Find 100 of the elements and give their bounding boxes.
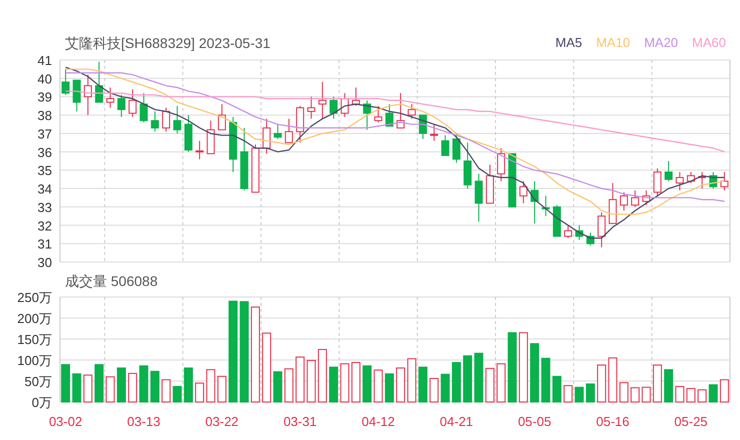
volume-bar (306, 360, 316, 402)
candlestick (140, 92, 148, 123)
legend-item[interactable]: MA10 (596, 33, 630, 53)
volume-title: 成交量 506088 (65, 272, 158, 290)
volume-bar (608, 357, 618, 402)
candlestick (240, 127, 248, 191)
candlestick (340, 92, 349, 118)
candlestick (396, 92, 405, 128)
candlestick (274, 124, 282, 140)
candlestick (106, 87, 114, 108)
candlestick (184, 114, 192, 152)
volume-bar (652, 364, 662, 402)
axis-label: 0万 (32, 395, 52, 410)
volume-bar (597, 364, 606, 402)
volume-bar (664, 369, 674, 402)
candlestick (486, 164, 494, 204)
candlestick (173, 105, 182, 134)
candlestick (653, 168, 662, 196)
axis-label: 250万 (17, 292, 52, 305)
candlestick (374, 105, 382, 123)
volume-bar (374, 370, 383, 402)
legend-item[interactable]: MA60 (692, 33, 726, 53)
candlestick (84, 74, 92, 116)
volume-bar (708, 384, 718, 402)
axis-label: 33 (38, 200, 52, 215)
candlestick (117, 94, 126, 118)
candlestick (62, 68, 70, 96)
candlestick (552, 204, 561, 237)
volume-bar (508, 332, 517, 402)
volume-bar (574, 386, 584, 402)
volume-bar (384, 373, 394, 402)
candlestick (262, 118, 271, 154)
candlestick (598, 212, 606, 248)
axis-label: 41 (38, 55, 52, 68)
candlestick (150, 110, 159, 132)
candlestick (586, 232, 594, 246)
candlestick (363, 100, 372, 130)
volume-bar (619, 382, 628, 402)
volume-bar (686, 388, 696, 402)
candlestick (441, 134, 450, 156)
legend-item[interactable]: MA20 (644, 33, 678, 53)
candlestick (720, 172, 728, 191)
volume-bar (564, 385, 573, 402)
volume-bar (452, 362, 461, 402)
axis-label: 100万 (17, 353, 52, 368)
axis-label: 05-16 (596, 414, 630, 429)
volume-bar (128, 372, 138, 402)
axis-label: 36 (38, 144, 52, 160)
axis-label: 05-25 (674, 414, 708, 429)
candlestick (664, 160, 673, 182)
axis-label: 05-05 (518, 414, 552, 429)
candlestick (620, 192, 628, 212)
volume-bar (440, 374, 450, 402)
candlestick (408, 104, 416, 120)
candlestick (642, 190, 650, 206)
volume-bar (329, 366, 338, 402)
volume-bar (720, 379, 729, 402)
volume-bar (150, 370, 160, 402)
volume-bar (172, 386, 182, 402)
volume-bar (284, 368, 294, 402)
candlestick (474, 173, 483, 222)
axis-label: 200万 (17, 311, 52, 326)
volume-bar (630, 387, 640, 402)
candlestick (698, 172, 706, 190)
volume-bar (407, 358, 416, 402)
candlestick (519, 180, 528, 204)
axis-label: 03-31 (283, 414, 317, 429)
candlestick (196, 140, 204, 160)
candlestick (218, 104, 226, 130)
volume-bar (675, 386, 684, 402)
volume-bar (184, 367, 193, 402)
volume-bar (273, 371, 282, 402)
volume-bar (217, 376, 226, 402)
candlestick (508, 153, 516, 208)
volume-bar (72, 373, 82, 402)
volume-bar (430, 378, 439, 402)
volume-bar (463, 355, 472, 402)
volume-bar (340, 363, 350, 402)
candlestick (72, 80, 81, 112)
volume-bar (351, 362, 360, 402)
volume-bar (61, 364, 70, 402)
volume-bar (474, 352, 484, 402)
candlestick (330, 96, 338, 120)
axis-label: 03-13 (127, 414, 160, 429)
volume-bar (262, 332, 272, 402)
volume-bar (518, 332, 528, 402)
volume-bar (418, 366, 428, 402)
axis-label: 150万 (17, 332, 52, 347)
candlestick (284, 118, 293, 144)
volume-bar (485, 368, 494, 402)
volume-bar (296, 356, 305, 402)
candlestick (452, 132, 460, 164)
candlestick (95, 61, 104, 103)
axis-label: 32 (38, 218, 52, 234)
candlestick (128, 88, 137, 118)
candlestick (464, 142, 472, 190)
axis-label: 03-22 (205, 414, 239, 429)
candlestick (206, 120, 215, 154)
candlestick (162, 107, 170, 132)
legend-item[interactable]: MA5 (555, 33, 582, 53)
